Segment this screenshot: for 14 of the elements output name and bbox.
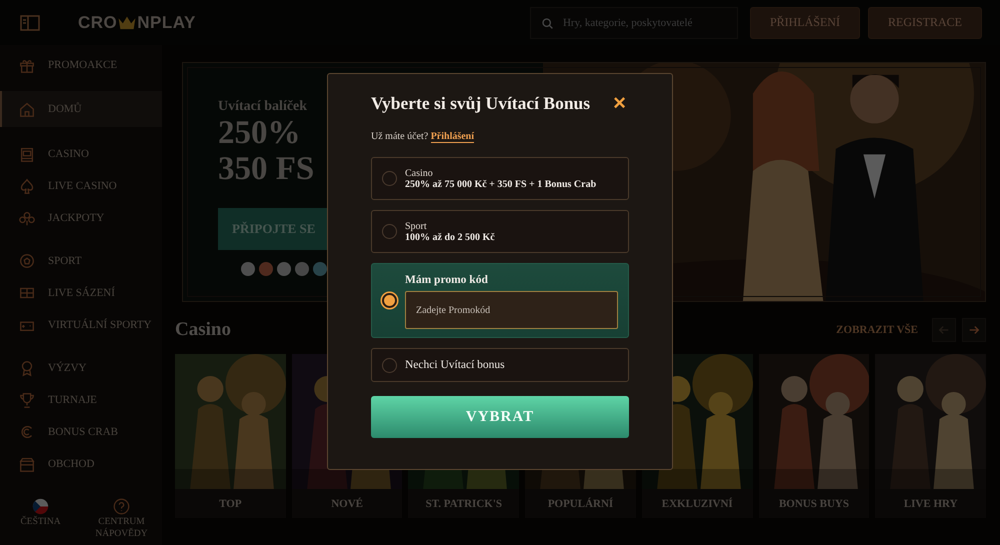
option-text: Nechci Uvítací bonus [405,359,506,371]
logo-text: NPLAY [137,12,196,32]
hero-headline: 250% [218,115,300,152]
option-category: Casino [405,168,434,178]
section-title: Casino [175,319,231,341]
account-prompt: Už máte účet? Přihlášení [371,131,476,142]
option-category: Sport [405,220,428,232]
logo-text: CRO [78,12,118,32]
option-text: 100% až do 2 500 Kč [405,232,496,242]
option-text: Mám promo kód [405,274,489,286]
option-text: 250% až 75 000 Kč + 350 FS + 1 Bonus Crab [405,178,598,190]
dialog-title: Vyberte si svůj Uvítací Bonus [371,92,590,114]
hero-headline: 350 FS [218,151,314,188]
hero-eyebrow: Uvítací balíček [218,99,308,115]
